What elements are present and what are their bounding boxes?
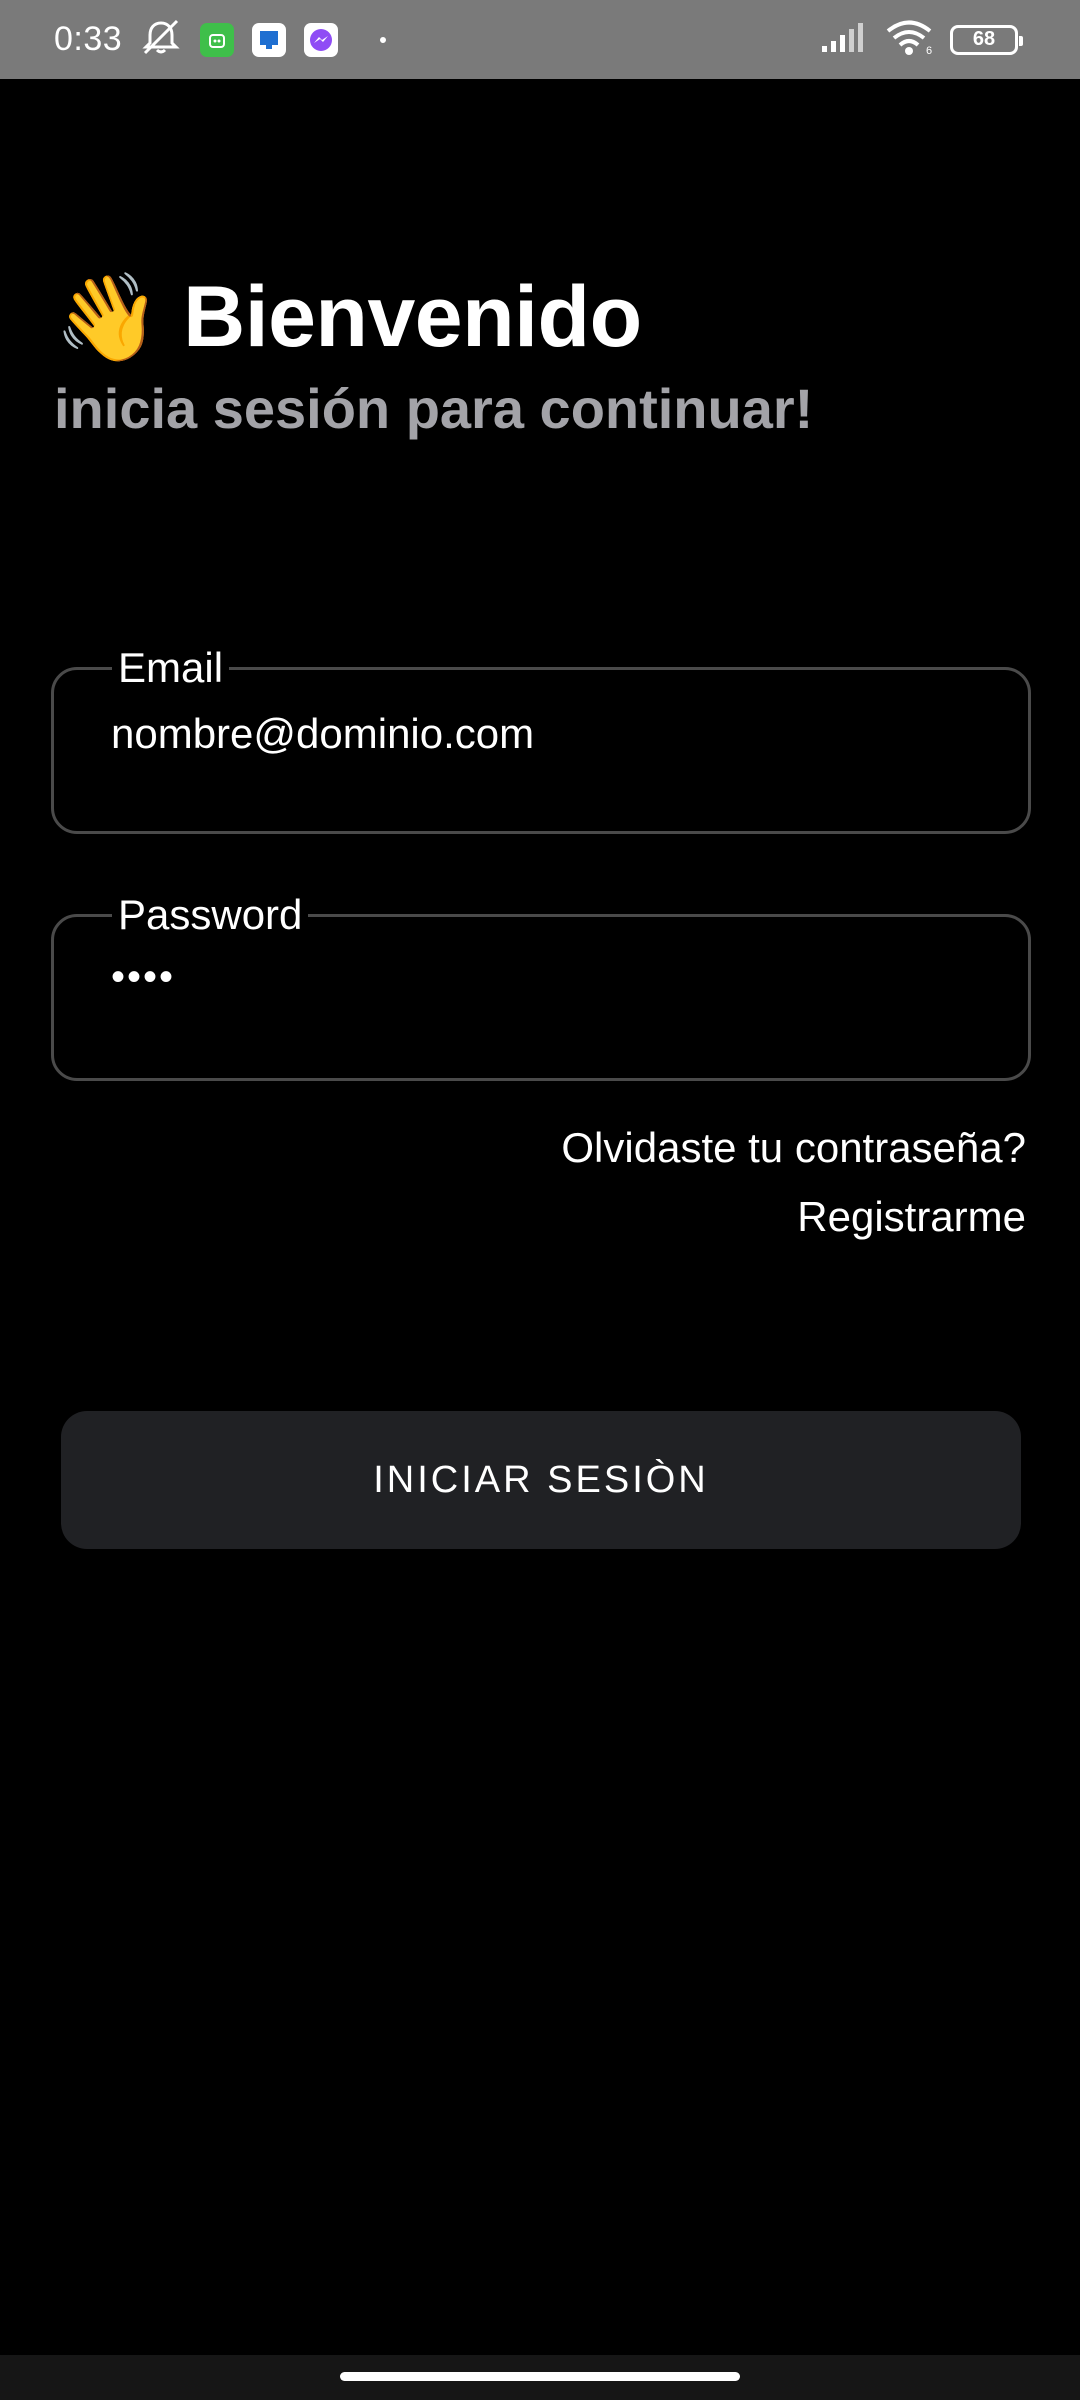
register-link[interactable]: Registrarme (797, 1193, 1026, 1241)
wave-icon: 👋 (54, 269, 162, 366)
forgot-password-link[interactable]: Olvidaste tu contraseña? (561, 1124, 1026, 1172)
wifi-badge: 6 (926, 45, 932, 56)
email-label: Email (112, 642, 230, 694)
messenger-icon (304, 22, 339, 57)
navigation-bar (0, 2355, 1080, 2400)
app-green-icon (200, 22, 235, 57)
status-right: 6 68 (820, 0, 1023, 79)
login-button-label: INICIAR SESIÒN (373, 1458, 709, 1501)
status-time: 0:33 (54, 20, 123, 58)
status-left: 0:33 (54, 0, 387, 79)
email-field[interactable]: Email nombre@dominio.com (51, 642, 1031, 834)
email-input[interactable]: nombre@dominio.com (111, 710, 534, 758)
login-button[interactable]: INICIAR SESIÒN (61, 1411, 1021, 1549)
notification-dot (380, 36, 387, 43)
app-blue-icon (252, 22, 287, 57)
welcome-heading: 👋 Bienvenido (54, 268, 642, 367)
home-indicator[interactable] (340, 2372, 740, 2381)
page-title: Bienvenido (183, 269, 642, 365)
bell-off-icon (140, 18, 182, 61)
battery-icon: 68 (950, 24, 1023, 55)
wifi-icon: 6 (884, 18, 934, 61)
password-label: Password (112, 889, 309, 941)
battery-level: 68 (972, 28, 996, 50)
signal-icon (820, 20, 868, 59)
status-bar: 0:33 6 68 (0, 0, 1080, 79)
password-input[interactable]: •••• (111, 955, 175, 1000)
password-field[interactable]: Password •••• (51, 889, 1031, 1081)
page-subtitle: inicia sesión para continuar! (54, 377, 814, 440)
